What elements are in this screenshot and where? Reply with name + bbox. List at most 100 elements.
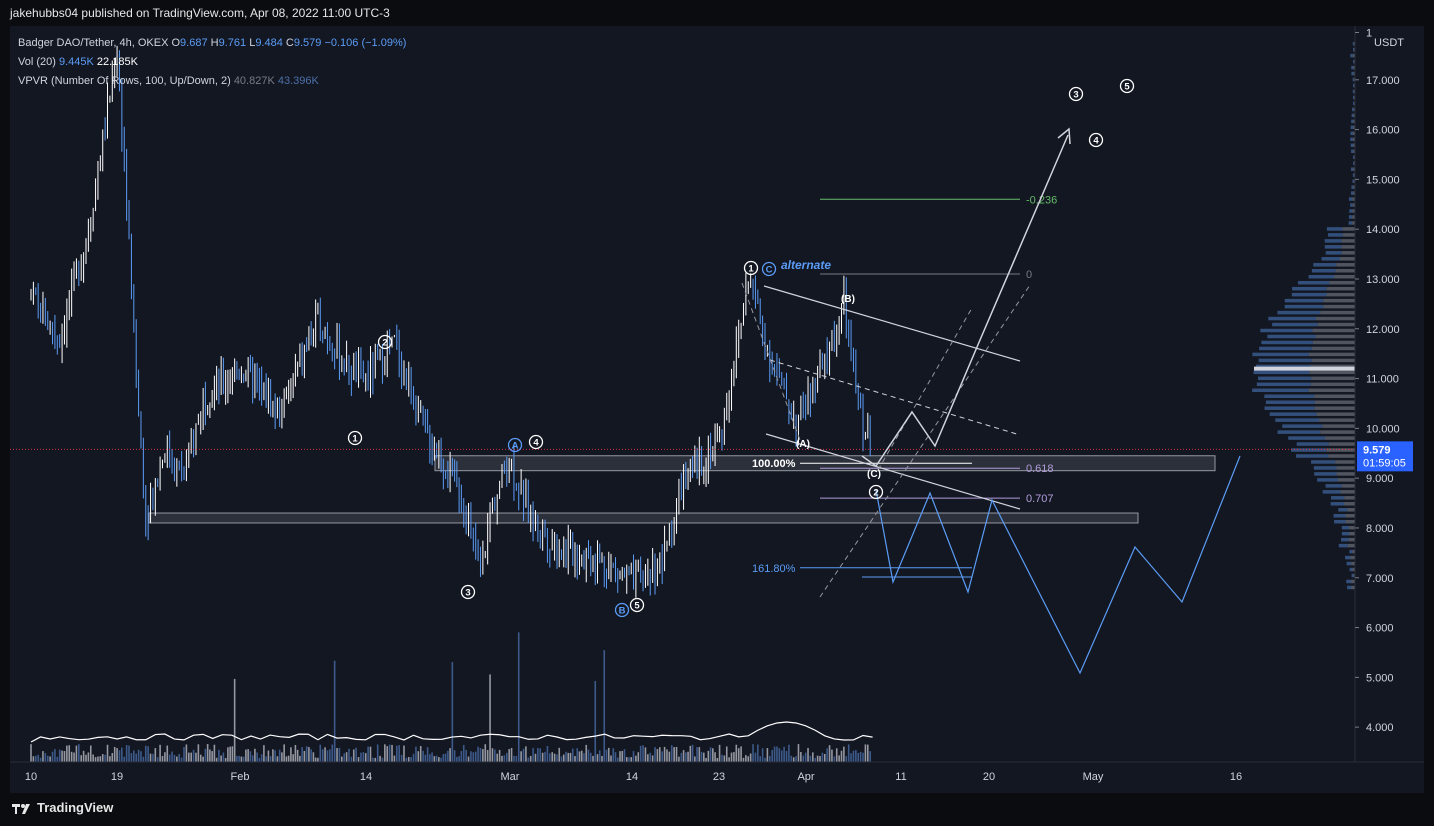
vpvr-bar-up <box>1282 424 1323 428</box>
vpvr-bar-up <box>1352 89 1355 94</box>
wave-label: 5 <box>1119 78 1135 94</box>
tradingview-logo[interactable]: TradingView <box>12 800 113 815</box>
x-tick-label: May <box>1083 771 1104 783</box>
vpvr-bar-up <box>1252 388 1309 393</box>
vpvr-bar-up <box>1352 77 1354 82</box>
wave-label-paren: (B) <box>841 294 855 305</box>
wave-label: 1 <box>743 260 759 276</box>
vpvr-bar-up <box>1349 209 1353 213</box>
last-price-value: 9.579 <box>1363 444 1391 456</box>
vpvr-bar-up <box>1296 442 1329 446</box>
vpvr-bar-up <box>1296 454 1329 458</box>
vpvr-bar-up <box>1346 561 1352 566</box>
vpvr-bar-up <box>1326 227 1343 231</box>
vpvr-bar-up <box>1268 316 1316 321</box>
y-tick-label: 7.000 <box>1366 573 1394 585</box>
vpvr-bar-up <box>1325 484 1342 488</box>
vpvr-bar-up <box>1347 585 1352 590</box>
wave-drawings: -0.2360100.00% 0.6180.707161.80% <box>741 127 1241 675</box>
x-tick-label: 16 <box>1230 771 1242 783</box>
projection-primary <box>861 134 1069 468</box>
vpvr-bar-up <box>1351 113 1354 118</box>
y-tick-label: 12.000 <box>1366 324 1400 336</box>
vpvr-bar-up <box>1277 430 1321 434</box>
footer-brand: TradingView <box>37 800 114 815</box>
dashed-guide <box>877 307 973 471</box>
wave-label-paren: (C) <box>867 469 881 480</box>
vpvr-bar-down <box>1311 346 1355 351</box>
vpvr-bar-up <box>1291 448 1327 452</box>
vpvr-bar-up <box>1253 370 1310 375</box>
vpvr-bar-up <box>1331 496 1345 500</box>
wave-number: 2 <box>382 338 387 349</box>
vpvr-bar-up <box>1349 549 1353 554</box>
vpvr-bar-down <box>1341 245 1355 249</box>
vpvr-bar-up <box>1259 346 1312 351</box>
vpvr-bar-down <box>1320 430 1355 434</box>
vpvr-bar-down <box>1347 508 1355 512</box>
wave-labels: 2 1 3 4 5 A B 1 C 2 3 4 5 (A) (B) (C) alternate <box>347 78 1135 618</box>
wave-number: B <box>619 606 626 617</box>
x-tick-label: Mar <box>501 771 520 783</box>
vpvr-bar-up <box>1350 53 1353 58</box>
vpvr-bar-up <box>1345 555 1351 560</box>
wave-number: 5 <box>1124 82 1130 93</box>
vpvr-bar-up <box>1352 179 1354 183</box>
vpvr-bar-down <box>1310 382 1355 387</box>
vpvr-bar-down <box>1341 251 1355 255</box>
vpvr-bar-up <box>1350 203 1353 207</box>
vpvr-bar-up <box>1341 537 1349 542</box>
vpvr-bar-down <box>1351 585 1355 590</box>
vpvr-bar-down <box>1308 388 1355 393</box>
vpvr-bar-up <box>1313 263 1337 267</box>
vpvr-bar-down <box>1315 334 1355 339</box>
fib-level-label: 0.618 <box>1026 463 1054 475</box>
vpvr-bar-up <box>1264 406 1315 410</box>
vpvr-bar-down <box>1312 328 1355 333</box>
vpvr-bar-down <box>1326 292 1355 297</box>
vpvr-bar-down <box>1341 484 1355 488</box>
vpvr-bar-up <box>1317 478 1338 482</box>
vpvr-bar-down <box>1326 448 1355 452</box>
vpvr-bar-up <box>1330 502 1345 506</box>
legend-volume-row[interactable]: Vol (20) 9.445K 22.185K <box>18 53 406 72</box>
axes: USDT117.00016.00015.00014.00013.00012.00… <box>10 26 1424 783</box>
y-tick-label: 9.000 <box>1366 473 1394 485</box>
wave-label: 5 <box>629 597 645 613</box>
price-chart[interactable]: -0.2360100.00% 0.6180.707161.80% 21345AB1… <box>0 0 1434 826</box>
vpvr-bar-down <box>1342 227 1355 231</box>
vpvr-bar-down <box>1350 555 1355 560</box>
vpvr-bar-down <box>1341 239 1355 243</box>
vpvr-bar-down <box>1344 496 1355 500</box>
vpvr-bar-down <box>1336 466 1355 470</box>
vpvr-bar-down <box>1342 233 1355 237</box>
vpvr-bar-up <box>1338 508 1348 512</box>
x-tick-label: Apr <box>797 771 814 783</box>
legend-low: 9.484 <box>255 37 283 49</box>
vpvr-bar-down <box>1326 286 1355 291</box>
wave-label: 3 <box>460 584 476 600</box>
legend-symbol: Badger DAO/Tether, 4h, OKEX <box>18 37 169 49</box>
legend-vpvr-label: VPVR (Number Of Rows, 100, Up/Down, 2) <box>18 75 231 87</box>
vpvr-bar-down <box>1351 579 1355 584</box>
vpvr-bar-down <box>1329 280 1355 285</box>
vpvr-bar-down <box>1328 442 1355 446</box>
wave-label: 3 <box>1068 86 1084 102</box>
x-tick-label: 10 <box>25 771 37 783</box>
vpvr-bar-down <box>1334 274 1355 279</box>
wave-number: A <box>512 441 519 452</box>
vpvr-bar-down <box>1324 436 1355 440</box>
y-tick-label: 15.000 <box>1366 174 1400 186</box>
vpvr-bar-down <box>1344 502 1355 506</box>
y-tick-label: 4.000 <box>1366 722 1394 734</box>
legend-vpvr-row[interactable]: VPVR (Number Of Rows, 100, Up/Down, 2) 4… <box>18 72 406 91</box>
legend-symbol-row[interactable]: Badger DAO/Tether, 4h, OKEX O9.687 H9.76… <box>18 34 406 53</box>
vpvr-poc <box>1254 366 1355 371</box>
x-tick-label: 19 <box>111 771 123 783</box>
vpvr-bar-down <box>1336 263 1355 267</box>
vpvr-bar-up <box>1308 274 1335 279</box>
vpvr-bar-down <box>1314 394 1355 398</box>
vpvr-bar-up <box>1284 298 1324 303</box>
vpvr-bar-up <box>1351 107 1354 112</box>
wave-number: 1 <box>352 434 358 445</box>
